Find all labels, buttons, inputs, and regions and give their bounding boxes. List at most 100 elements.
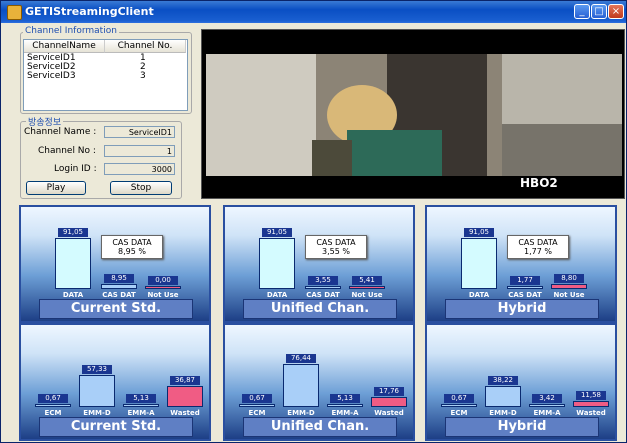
callout-title: CAS DATA <box>518 238 558 247</box>
panel-label: Current Std. <box>39 417 193 437</box>
close-button[interactable]: × <box>608 4 624 19</box>
stop-button[interactable]: Stop <box>110 181 172 195</box>
chart-category-label: CAS DAT <box>508 291 542 299</box>
chart-value-label: 11,58 <box>576 390 606 400</box>
channel-name-label: Channel Name : <box>24 127 97 137</box>
list-item-no[interactable]: 3 <box>140 71 146 81</box>
chart-category-label: ECM <box>450 409 468 417</box>
chart-bar <box>441 404 477 407</box>
chart-category-label: ECM <box>248 409 266 417</box>
chart-value-label: 0,67 <box>242 394 272 403</box>
chart-value-label: 1,77 <box>510 276 540 285</box>
channel-name-field[interactable]: ServiceID1 <box>104 126 175 138</box>
chart-value-label: 0,67 <box>444 394 474 403</box>
chart-value-label: 36,87 <box>170 376 200 386</box>
callout-title: CAS DATA <box>112 238 152 247</box>
callout-value: 1,77 % <box>524 247 552 256</box>
chart-category-label: EMM-A <box>533 409 561 417</box>
chart-category-label: CAS DAT <box>102 291 136 299</box>
channel-logo: HBO2 <box>520 176 558 190</box>
chart-value-label: 5,13 <box>126 394 156 403</box>
login-id-label: Login ID : <box>54 164 97 174</box>
chart-value-label: 3,55 <box>308 276 338 285</box>
panel-label: Hybrid <box>445 417 599 437</box>
chart-value-label: 17,76 <box>374 387 404 397</box>
chart-category-label: EMM-D <box>489 409 517 417</box>
chart-category-label: Wasted <box>170 409 200 417</box>
chart-value-label: 91,05 <box>464 228 494 237</box>
chart-category-label: EMM-A <box>127 409 155 417</box>
panel-bottom-left: Current Std. 0,67 ECM 57,33 EMM-D 5,13 EMM-A 3… <box>19 323 211 441</box>
chart-value-label: 91,05 <box>262 228 292 237</box>
chart-bar <box>145 286 181 289</box>
channel-no-label: Channel No : <box>38 146 96 156</box>
chart-category-label: Not Use <box>147 291 179 299</box>
chart-value-label: 91,05 <box>58 228 88 237</box>
chart-value-label: 3,42 <box>532 394 562 403</box>
title-bar[interactable]: GETIStreamingClient _ □ × <box>1 1 626 23</box>
panel-label: Unified Chan. <box>243 417 397 437</box>
column-header-channel-name[interactable]: ChannelName <box>24 40 105 53</box>
cas-data-callout: CAS DATA 3,55 % <box>305 235 367 259</box>
main-window: GETIStreamingClient _ □ × Channel Inform… <box>0 0 627 443</box>
chart-bar <box>327 404 363 407</box>
cas-data-callout: CAS DATA 1,77 % <box>507 235 569 259</box>
panel-label: Hybrid <box>445 299 599 319</box>
chart-bar <box>371 397 407 407</box>
chart-bar <box>461 238 497 289</box>
chart-value-label: 0,67 <box>38 394 68 403</box>
chart-bar <box>283 364 319 407</box>
video-player[interactable]: HBO2 <box>201 29 625 199</box>
panel-top-left: Current Std. 91,05 DATA 8,95 CAS DAT 0,00 Not… <box>19 205 211 323</box>
chart-bar <box>349 285 385 289</box>
play-button[interactable]: Play <box>26 181 86 195</box>
chart-value-label: 8,80 <box>554 274 584 284</box>
chart-value-label: 57,33 <box>82 364 112 374</box>
chart-category-label: EMM-D <box>287 409 315 417</box>
channel-info-title: Channel Information <box>23 26 119 36</box>
minimize-button[interactable]: _ <box>574 4 590 19</box>
chart-category-label: Wasted <box>576 409 606 417</box>
channel-no-field[interactable]: 1 <box>104 145 175 157</box>
chart-value-label: 76,44 <box>286 354 316 364</box>
panel-bottom-middle: Unified Chan. 0,67 ECM 76,44 EMM-D 5,13 EMM-A… <box>223 323 415 441</box>
chart-category-label: Not Use <box>351 291 383 299</box>
list-item-name[interactable]: ServiceID3 <box>27 71 76 81</box>
chart-category-label: DATA <box>62 291 84 299</box>
panel-top-middle: Unified Chan. 91,05 DATA 3,55 CAS DAT 5,41 No… <box>223 205 415 323</box>
login-id-field[interactable]: 3000 <box>104 163 175 175</box>
chart-category-label: DATA <box>468 291 490 299</box>
chart-bar <box>79 374 115 407</box>
callout-value: 8,95 % <box>118 247 146 256</box>
callout-value: 3,55 % <box>322 247 350 256</box>
chart-bar <box>101 283 137 289</box>
chart-bar <box>305 286 341 289</box>
chart-category-label: EMM-A <box>331 409 359 417</box>
column-header-channel-no[interactable]: Channel No. <box>105 40 186 53</box>
chart-category-label: DATA <box>266 291 288 299</box>
chart-category-label: Wasted <box>374 409 404 417</box>
panel-bottom-right: Hybrid 0,67 ECM 38,22 EMM-D 3,42 EMM-A 11,58 Wa… <box>425 323 617 441</box>
chart-category-label: Not Use <box>553 291 585 299</box>
chart-value-label: 5,41 <box>352 275 382 285</box>
chart-bar <box>123 404 159 407</box>
chart-bar <box>35 404 71 407</box>
chart-bar <box>551 284 587 289</box>
chart-bar <box>239 404 275 407</box>
chart-category-label: ECM <box>44 409 62 417</box>
chart-value-label: 8,95 <box>104 273 134 283</box>
panel-top-right: Hybrid 91,05 DATA 1,77 CAS DAT 8,80 Not Use CA… <box>425 205 617 323</box>
chart-bar <box>55 238 91 289</box>
panel-label: Unified Chan. <box>243 299 397 319</box>
cas-data-callout: CAS DATA 8,95 % <box>101 235 163 259</box>
channel-list[interactable]: ChannelName Channel No. ServiceID1 1 Ser… <box>23 39 188 111</box>
callout-title: CAS DATA <box>316 238 356 247</box>
maximize-button[interactable]: □ <box>591 4 607 19</box>
chart-bar <box>167 386 203 407</box>
chart-category-label: EMM-D <box>83 409 111 417</box>
chart-bar <box>507 286 543 289</box>
chart-value-label: 0,00 <box>148 276 178 285</box>
chart-value-label: 38,22 <box>488 375 518 385</box>
panel-label: Current Std. <box>39 299 193 319</box>
app-icon <box>7 5 22 20</box>
